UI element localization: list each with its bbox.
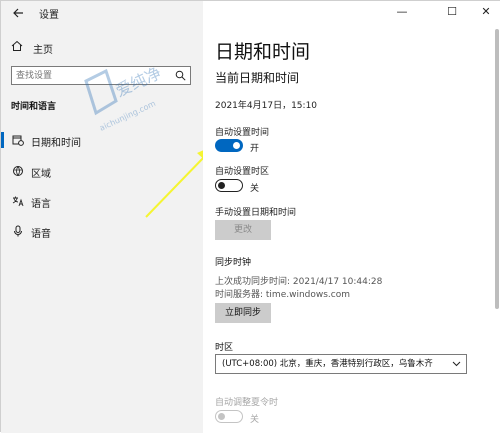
watermark-text: 爱纯净 <box>113 63 165 101</box>
close-button[interactable]: ✕ <box>477 4 495 20</box>
time-server-text: 时间服务器: time.windows.com <box>215 290 351 300</box>
sidebar-item-label: 语音 <box>31 229 51 240</box>
dst-toggle[interactable] <box>215 410 243 423</box>
dst-state: 关 <box>250 415 260 425</box>
dst-label: 自动调整夏令时 <box>215 398 279 408</box>
auto-time-state: 开 <box>250 144 260 154</box>
toggle-knob <box>218 413 225 420</box>
change-button[interactable]: 更改 <box>215 220 271 240</box>
timezone-select[interactable]: (UTC+08:00) 北京，重庆，香港特别行政区，乌鲁木齐 <box>215 354 467 374</box>
active-indicator <box>1 132 4 148</box>
sidebar-item-label: 区域 <box>31 169 51 180</box>
toggle-knob <box>218 182 225 189</box>
calendar-clock-icon <box>12 135 24 146</box>
sync-now-button[interactable]: 立即同步 <box>215 303 271 323</box>
chevron-down-icon <box>452 361 461 367</box>
toggle-knob <box>233 142 240 149</box>
settings-window: 设置 主页 时间和语言 日期和时间 区域 语言 语音 <box>0 0 500 433</box>
app-title: 设置 <box>39 10 59 21</box>
timezone-value: (UTC+08:00) 北京，重庆，香港特别行政区，乌鲁木齐 <box>222 359 433 369</box>
home-link[interactable]: 主页 <box>7 37 197 57</box>
timezone-heading: 时区 <box>215 343 234 353</box>
sidebar-item-speech[interactable]: 语音 <box>1 219 203 243</box>
section-heading: 时间和语言 <box>11 102 57 112</box>
titlebar: 设置 <box>1 1 203 25</box>
current-datetime: 2021年4月17日，15:10 <box>215 101 318 111</box>
auto-timezone-label: 自动设置时区 <box>215 167 270 177</box>
auto-timezone-toggle[interactable] <box>215 179 243 192</box>
back-arrow-icon <box>13 8 23 18</box>
sidebar-item-label: 语言 <box>31 199 51 210</box>
globe-icon <box>13 166 23 176</box>
last-sync-text: 上次成功同步时间: 2021/4/17 10:44:28 <box>215 277 383 287</box>
home-icon <box>11 40 23 51</box>
section-current-heading: 当前日期和时间 <box>215 71 300 85</box>
main-content: — ☐ ✕ 日期和时间 当前日期和时间 2021年4月17日，15:10 自动设… <box>203 1 500 433</box>
auto-timezone-state: 关 <box>250 184 260 194</box>
home-label: 主页 <box>33 45 53 56</box>
auto-time-label: 自动设置时间 <box>215 128 270 138</box>
sync-heading: 同步时钟 <box>215 258 252 268</box>
scrollbar[interactable] <box>495 29 499 309</box>
minimize-button[interactable]: — <box>393 4 411 20</box>
auto-time-toggle[interactable] <box>215 139 243 152</box>
watermark-logo: 爱纯净 aichunjing.com <box>84 63 165 133</box>
watermark-url: aichunjing.com <box>98 99 157 133</box>
back-button[interactable] <box>9 4 27 22</box>
manual-set-label: 手动设置日期和时间 <box>215 208 297 218</box>
microphone-icon <box>14 225 22 237</box>
language-icon <box>12 196 24 207</box>
page-title: 日期和时间 <box>215 41 311 63</box>
maximize-button[interactable]: ☐ <box>443 4 461 20</box>
